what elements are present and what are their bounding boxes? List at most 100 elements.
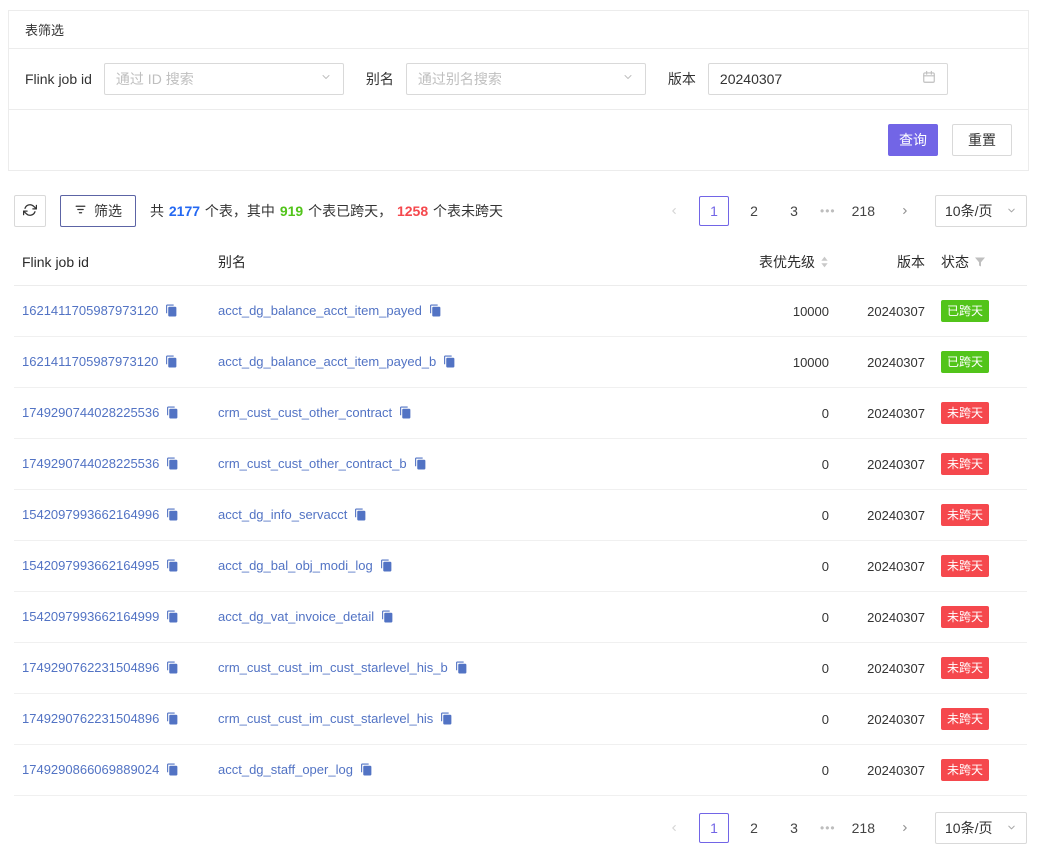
alias-select[interactable]: 通过别名搜索 <box>406 63 646 95</box>
alias-link[interactable]: acct_dg_staff_oper_log <box>218 762 353 777</box>
table-header-row: Flink job id 别名 表优先级 版本 状态 <box>14 239 1027 286</box>
next-page-button[interactable] <box>890 813 920 843</box>
alias-link[interactable]: acct_dg_info_servacct <box>218 507 347 522</box>
chevron-down-icon <box>622 70 634 88</box>
priority-cell: 0 <box>709 745 837 796</box>
alias-field: 别名 通过别名搜索 <box>366 63 646 95</box>
alias-link[interactable]: acct_dg_bal_obj_modi_log <box>218 558 373 573</box>
priority-cell: 10000 <box>709 286 837 337</box>
table-row: 1542097993662164995 acct_dg_bal_obj_modi… <box>14 541 1027 592</box>
alias-label: 别名 <box>366 69 394 89</box>
alias-link[interactable]: crm_cust_cust_im_cust_starlevel_his_b <box>218 660 448 675</box>
version-cell: 20240307 <box>837 541 933 592</box>
table-row: 1621411705987973120 acct_dg_balance_acct… <box>14 337 1027 388</box>
alias-link[interactable]: crm_cust_cust_im_cust_starlevel_his <box>218 711 433 726</box>
next-page-button[interactable] <box>890 196 920 226</box>
search-button[interactable]: 查询 <box>888 124 938 156</box>
prev-page-button[interactable] <box>659 813 689 843</box>
copy-icon[interactable] <box>455 661 468 677</box>
table-row: 1749290762231504896 crm_cust_cust_im_cus… <box>14 643 1027 694</box>
flink-job-id-link[interactable]: 1749290866069889024 <box>22 762 159 777</box>
page-button-2[interactable]: 2 <box>739 813 769 843</box>
flink-job-id-field: Flink job id 通过 ID 搜索 <box>25 63 344 95</box>
flink-job-id-link[interactable]: 1621411705987973120 <box>22 354 158 369</box>
priority-cell: 0 <box>709 490 837 541</box>
copy-icon[interactable] <box>429 304 442 320</box>
alias-link[interactable]: crm_cust_cust_other_contract_b <box>218 456 407 471</box>
copy-icon[interactable] <box>414 457 427 473</box>
flink-job-id-placeholder: 通过 ID 搜索 <box>116 69 194 89</box>
copy-icon[interactable] <box>380 559 393 575</box>
chevron-down-icon <box>320 70 332 88</box>
page-button-2[interactable]: 2 <box>739 196 769 226</box>
alias-link[interactable]: acct_dg_vat_invoice_detail <box>218 609 374 624</box>
flink-job-id-select[interactable]: 通过 ID 搜索 <box>104 63 344 95</box>
sorter-icon[interactable] <box>820 255 829 269</box>
page-size-select[interactable]: 10条/页 <box>935 812 1027 844</box>
reset-button[interactable]: 重置 <box>952 124 1012 156</box>
page-ellipsis[interactable]: ••• <box>820 821 836 835</box>
version-date-picker[interactable] <box>708 63 948 95</box>
page-button-1[interactable]: 1 <box>699 196 729 226</box>
flink-job-id-link[interactable]: 1542097993662164995 <box>22 558 159 573</box>
flink-job-id-label: Flink job id <box>25 71 92 87</box>
refresh-button[interactable] <box>14 195 46 227</box>
copy-icon[interactable] <box>381 610 394 626</box>
prev-page-button[interactable] <box>659 196 689 226</box>
flink-job-id-link[interactable]: 1621411705987973120 <box>22 303 158 318</box>
page: 表筛选 Flink job id 通过 ID 搜索 别名 通过别名搜索 <box>0 0 1037 866</box>
uncrossed-count: 1258 <box>397 203 428 219</box>
copy-icon[interactable] <box>166 559 179 575</box>
copy-icon[interactable] <box>166 712 179 728</box>
flink-job-id-link[interactable]: 1749290744028225536 <box>22 456 159 471</box>
copy-icon[interactable] <box>166 763 179 779</box>
copy-icon[interactable] <box>440 712 453 728</box>
copy-icon[interactable] <box>399 406 412 422</box>
status-badge: 已跨天 <box>941 300 989 322</box>
priority-cell: 0 <box>709 592 837 643</box>
copy-icon[interactable] <box>360 763 373 779</box>
status-badge: 未跨天 <box>941 555 989 577</box>
calendar-icon <box>922 70 936 89</box>
copy-icon[interactable] <box>166 508 179 524</box>
page-size-select[interactable]: 10条/页 <box>935 195 1027 227</box>
page-button-3[interactable]: 3 <box>779 813 809 843</box>
copy-icon[interactable] <box>443 355 456 371</box>
page-button-last[interactable]: 218 <box>847 813 880 843</box>
copy-icon[interactable] <box>166 610 179 626</box>
flink-job-id-link[interactable]: 1749290744028225536 <box>22 405 159 420</box>
refresh-icon <box>23 203 37 220</box>
status-badge: 未跨天 <box>941 657 989 679</box>
alias-link[interactable]: crm_cust_cust_other_contract <box>218 405 392 420</box>
column-header-priority[interactable]: 表优先级 <box>709 239 837 286</box>
copy-icon[interactable] <box>166 457 179 473</box>
flink-job-id-link[interactable]: 1542097993662164996 <box>22 507 159 522</box>
version-field: 版本 <box>668 63 948 95</box>
version-cell: 20240307 <box>837 439 933 490</box>
status-badge: 未跨天 <box>941 504 989 526</box>
chevron-right-icon <box>900 203 910 219</box>
alias-link[interactable]: acct_dg_balance_acct_item_payed <box>218 303 422 318</box>
flink-job-id-link[interactable]: 1749290762231504896 <box>22 660 159 675</box>
toolbar: 筛选 共 2177 个表，其中 919 个表已跨天， 1258 个表未跨天 1 … <box>14 195 1027 227</box>
flink-job-id-link[interactable]: 1749290762231504896 <box>22 711 159 726</box>
page-button-1[interactable]: 1 <box>699 813 729 843</box>
copy-icon[interactable] <box>166 661 179 677</box>
copy-icon[interactable] <box>165 304 178 320</box>
priority-cell: 0 <box>709 439 837 490</box>
column-header-flink-job-id: Flink job id <box>14 239 210 286</box>
version-cell: 20240307 <box>837 490 933 541</box>
filter-toggle-button[interactable]: 筛选 <box>60 195 136 227</box>
flink-job-id-link[interactable]: 1542097993662164999 <box>22 609 159 624</box>
column-filter-icon[interactable] <box>974 256 986 268</box>
copy-icon[interactable] <box>165 355 178 371</box>
copy-icon[interactable] <box>354 508 367 524</box>
page-button-3[interactable]: 3 <box>779 196 809 226</box>
alias-link[interactable]: acct_dg_balance_acct_item_payed_b <box>218 354 436 369</box>
copy-icon[interactable] <box>166 406 179 422</box>
pagination: 1 2 3 ••• 218 10条/页 <box>654 812 1027 844</box>
page-button-last[interactable]: 218 <box>847 196 880 226</box>
version-input[interactable] <box>720 71 922 87</box>
page-ellipsis[interactable]: ••• <box>820 204 836 218</box>
table-row: 1621411705987973120 acct_dg_balance_acct… <box>14 286 1027 337</box>
